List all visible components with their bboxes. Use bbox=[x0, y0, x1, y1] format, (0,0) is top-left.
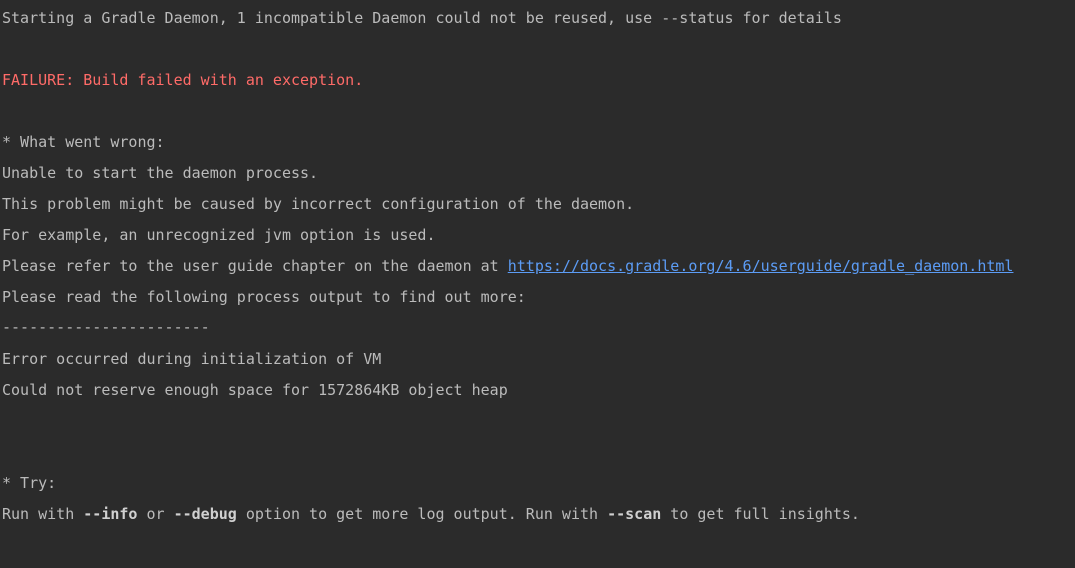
info-option: --info bbox=[83, 505, 138, 523]
console-line-separator: ----------------------- bbox=[2, 318, 210, 336]
scan-option: --scan bbox=[607, 505, 662, 523]
gradle-daemon-docs-link[interactable]: https://docs.gradle.org/4.6/userguide/gr… bbox=[508, 257, 1014, 275]
run-with-text: Run with bbox=[2, 505, 84, 523]
console-line-refer: Please refer to the user guide chapter o… bbox=[2, 256, 1013, 276]
console-line-daemon-start: Starting a Gradle Daemon, 1 incompatible… bbox=[2, 9, 842, 27]
debug-option: --debug bbox=[173, 505, 237, 523]
log-output-text: option to get more log output. Run with bbox=[236, 505, 608, 523]
console-line-error-vm: Error occurred during initialization of … bbox=[2, 350, 382, 368]
insights-text: to get full insights. bbox=[661, 505, 860, 523]
console-line-problem-caused: This problem might be caused by incorrec… bbox=[2, 195, 635, 213]
console-output[interactable]: Starting a Gradle Daemon, 1 incompatible… bbox=[0, 0, 1075, 568]
console-line-read-following: Please read the following process output… bbox=[2, 288, 526, 306]
console-line-for-example: For example, an unrecognized jvm option … bbox=[2, 226, 436, 244]
or-text: or bbox=[137, 505, 174, 523]
console-line-unable-to-start: Unable to start the daemon process. bbox=[2, 164, 319, 182]
console-line-heap-error: Could not reserve enough space for 15728… bbox=[2, 381, 508, 399]
console-line-failure: FAILURE: Build failed with an exception. bbox=[2, 71, 364, 89]
console-line-what-went-wrong: * What went wrong: bbox=[2, 133, 165, 151]
console-line-run-with: Run with --info or --debug option to get… bbox=[2, 504, 860, 524]
console-line-try-header: * Try: bbox=[2, 474, 57, 492]
refer-prefix-text: Please refer to the user guide chapter o… bbox=[2, 257, 508, 275]
